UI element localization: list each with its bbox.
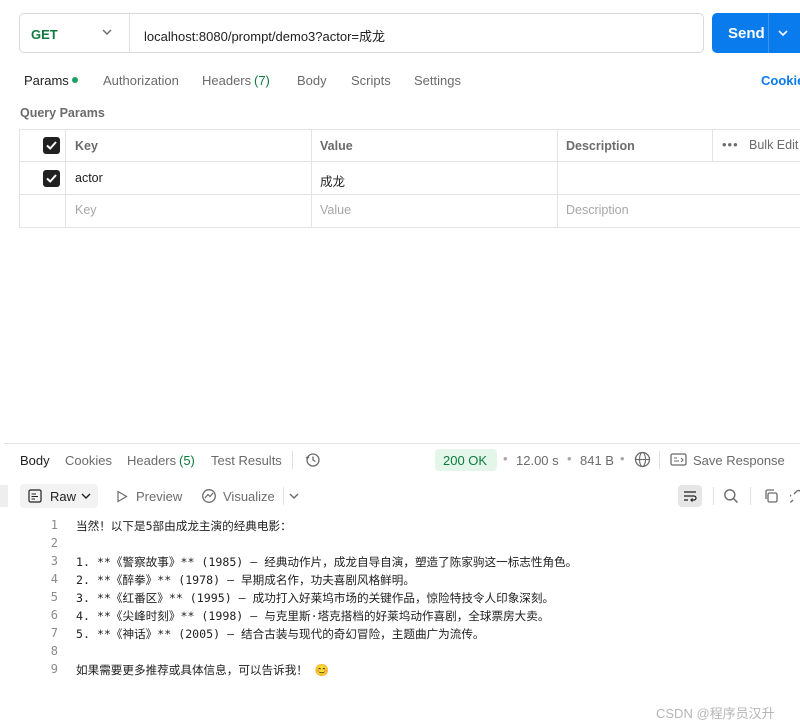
divider [283, 487, 284, 505]
separator-dot: • [503, 451, 508, 466]
format-raw-label[interactable]: Raw [50, 489, 76, 504]
line-number: 4 [50, 572, 58, 586]
response-tab-test-results[interactable]: Test Results [211, 453, 282, 468]
response-tab-headers[interactable]: Headers [127, 453, 176, 468]
save-response-icon[interactable] [670, 452, 687, 467]
divider [557, 129, 558, 228]
new-description-input[interactable]: Description [566, 203, 629, 217]
link-icon[interactable] [790, 488, 800, 504]
tab-params[interactable]: Params [24, 73, 69, 88]
divider [311, 129, 312, 228]
line-number: 2 [50, 536, 58, 550]
separator-dot: • [620, 451, 625, 466]
tab-settings[interactable]: Settings [414, 73, 461, 88]
tab-headers[interactable]: Headers [202, 73, 251, 88]
line-number: 6 [50, 608, 58, 622]
code-line[interactable]: 1. **《警察故事》** (1985) — 经典动作片，成龙自导自演，塑造了陈… [76, 554, 577, 570]
divider [65, 129, 66, 228]
response-size[interactable]: 841 B [580, 453, 614, 468]
divider [713, 487, 714, 505]
divider [129, 14, 130, 52]
tab-scripts[interactable]: Scripts [351, 73, 391, 88]
chevron-down-icon[interactable] [778, 28, 788, 38]
line-number: 9 [50, 662, 58, 676]
watermark: CSDN @程序员汉升 [656, 706, 775, 721]
panel-edge [0, 485, 8, 507]
divider [750, 487, 751, 505]
column-header-description: Description [566, 139, 635, 153]
copy-icon[interactable] [763, 488, 779, 504]
line-number: 5 [50, 590, 58, 604]
code-line[interactable]: 4. **《尖峰时刻》** (1998) — 与克里斯·塔克搭档的好莱坞动作喜剧… [76, 608, 549, 624]
line-number: 8 [50, 644, 58, 658]
divider [659, 451, 660, 469]
line-number: 1 [50, 518, 58, 532]
column-header-value: Value [320, 139, 353, 153]
param-value[interactable]: 成龙 [320, 171, 345, 190]
row-checkbox[interactable] [43, 170, 60, 187]
visualize-button[interactable]: Visualize [223, 489, 275, 504]
tab-authorization[interactable]: Authorization [103, 73, 179, 88]
divider [768, 13, 769, 53]
play-icon[interactable] [116, 490, 128, 503]
code-line[interactable]: 如果需要更多推荐或具体信息，可以告诉我！ 😊 [76, 662, 329, 678]
response-time[interactable]: 12.00 s [516, 453, 559, 468]
code-line[interactable]: 3. **《红番区》** (1995) — 成功打入好莱坞市场的关键作品，惊险特… [76, 590, 554, 606]
raw-format-icon [28, 489, 42, 503]
method-select[interactable]: GET [31, 27, 58, 42]
column-header-key: Key [75, 139, 98, 153]
chevron-down-icon[interactable] [289, 491, 299, 501]
send-button-label[interactable]: Send [728, 25, 765, 42]
params-table [19, 129, 800, 228]
chevron-down-icon[interactable] [81, 491, 91, 501]
params-active-dot [72, 77, 78, 83]
globe-icon[interactable] [634, 451, 651, 468]
param-key[interactable]: actor [75, 171, 103, 185]
new-key-input[interactable]: Key [75, 203, 97, 217]
section-title: Query Params [20, 106, 105, 120]
code-line[interactable]: 2. **《醉拳》** (1978) — 早期成名作，功夫喜剧风格鲜明。 [76, 572, 415, 588]
divider [19, 161, 800, 162]
url-input[interactable]: localhost:8080/prompt/demo3?actor=成龙 [144, 26, 385, 45]
select-all-checkbox[interactable] [43, 137, 60, 154]
line-number: 7 [50, 626, 58, 640]
visualize-icon[interactable] [201, 488, 217, 504]
separator-dot: • [567, 451, 572, 466]
response-tab-body[interactable]: Body [20, 453, 50, 468]
divider [19, 194, 800, 195]
chevron-down-icon[interactable] [102, 27, 112, 37]
code-line[interactable]: 当然！以下是5部由成龙主演的经典电影： [76, 518, 292, 534]
more-icon[interactable]: ••• [722, 137, 739, 152]
cookies-link[interactable]: Cookie [761, 73, 800, 88]
tab-headers-count[interactable]: (7) [254, 73, 270, 88]
save-response-button[interactable]: Save Response [693, 453, 785, 468]
response-tab-cookies[interactable]: Cookies [65, 453, 112, 468]
search-icon[interactable] [723, 488, 739, 504]
divider [292, 451, 293, 469]
bulk-edit-button[interactable]: Bulk Edit [749, 138, 798, 152]
divider [712, 129, 713, 162]
divider [4, 443, 800, 444]
line-number: 3 [50, 554, 58, 568]
wrap-lines-icon[interactable] [682, 488, 698, 504]
code-line[interactable]: 5. **《神话》** (2005) — 结合古装与现代的奇幻冒险，主题曲广为流… [76, 626, 485, 642]
preview-button[interactable]: Preview [136, 489, 182, 504]
new-value-input[interactable]: Value [320, 203, 351, 217]
status-code[interactable]: 200 OK [443, 453, 487, 468]
history-icon[interactable] [305, 452, 321, 468]
response-tab-headers-count[interactable]: (5) [179, 453, 195, 468]
tab-body[interactable]: Body [297, 73, 327, 88]
